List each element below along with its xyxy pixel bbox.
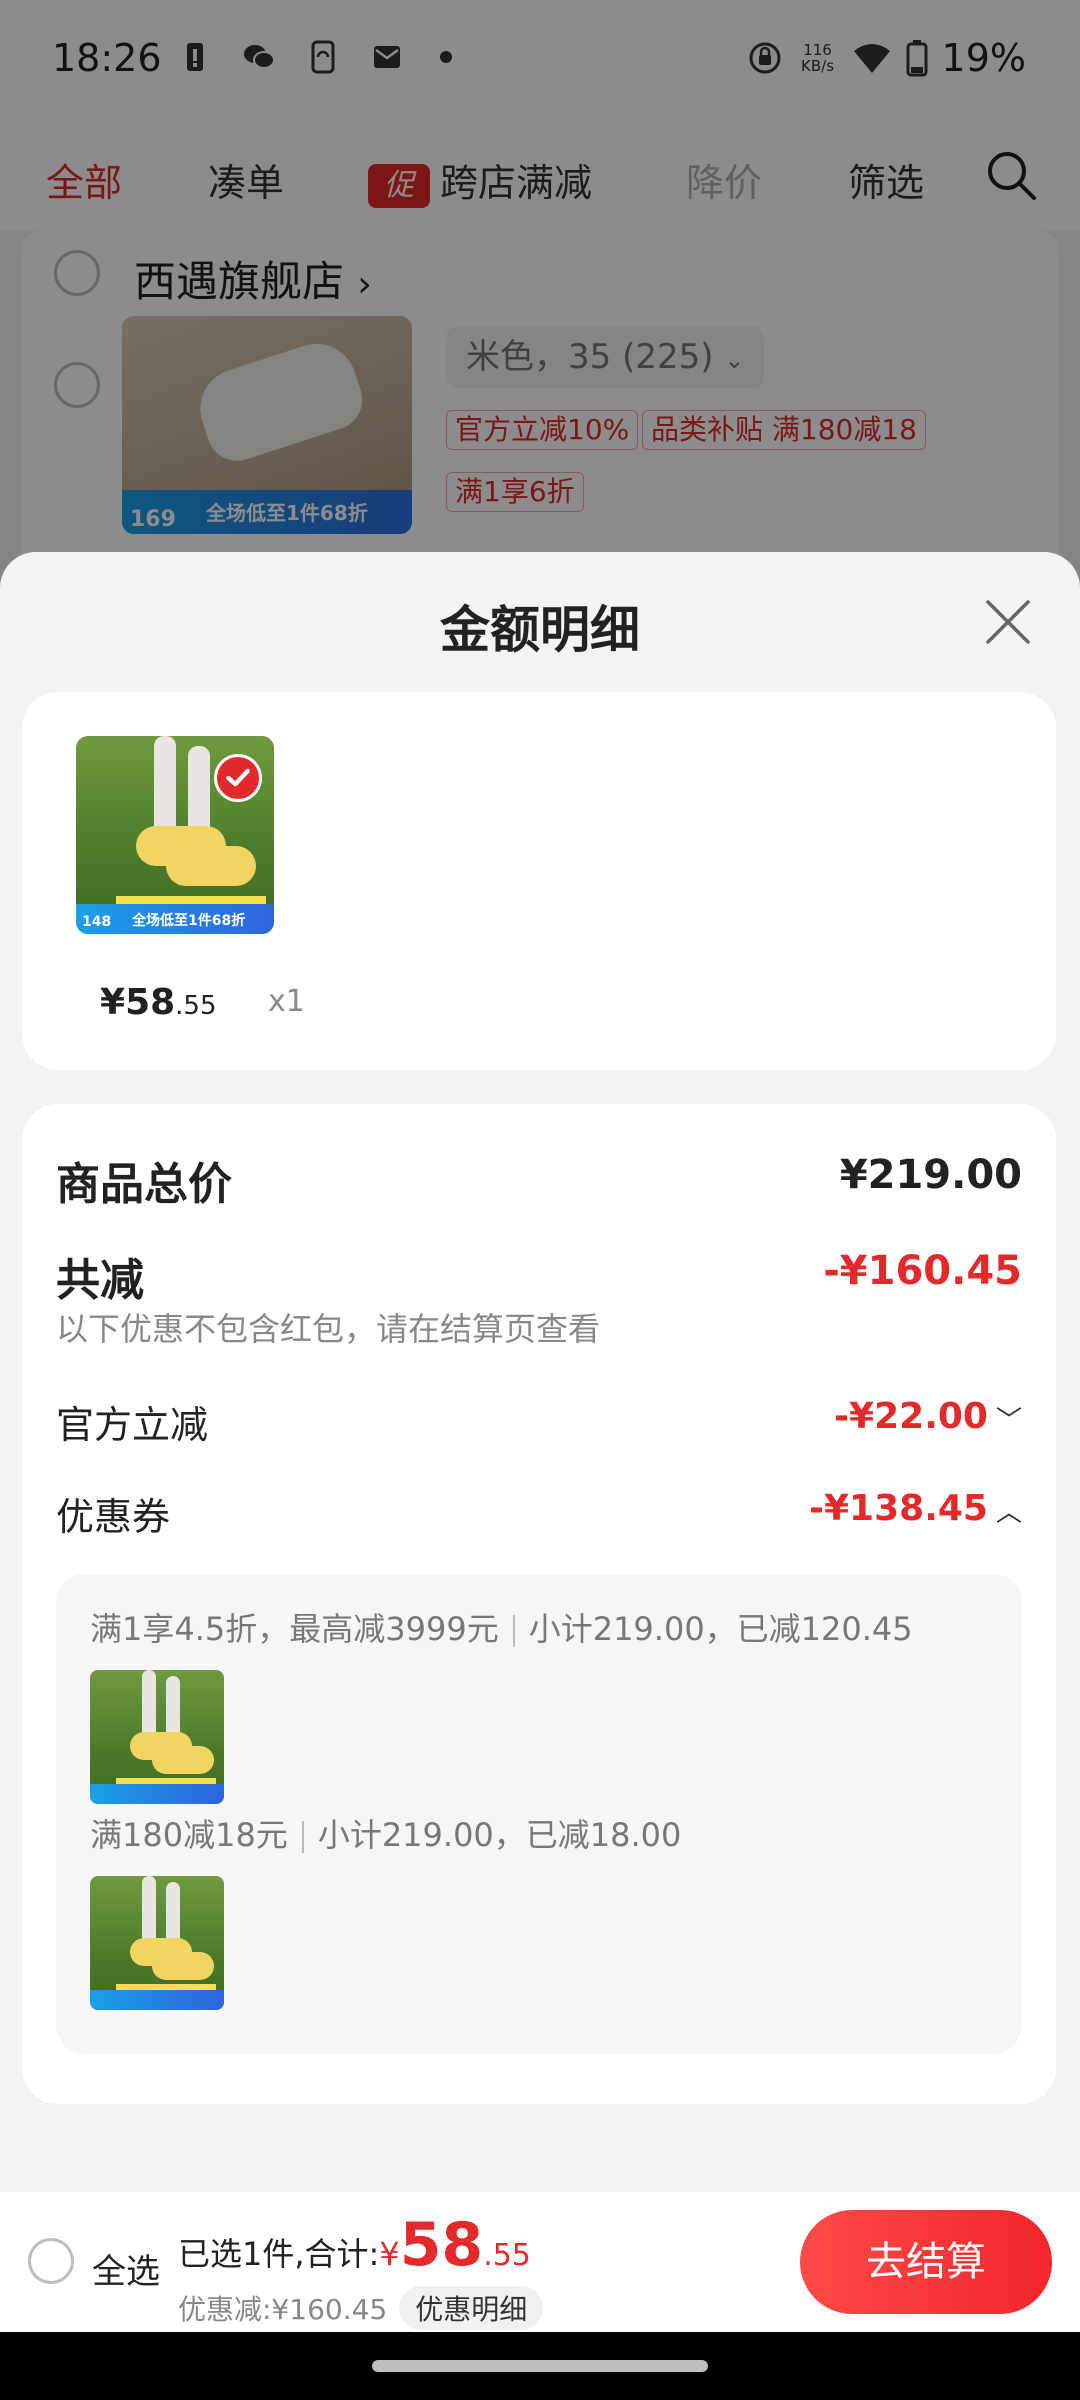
- thumb-banner-label: 全场低至1件68折: [132, 913, 246, 929]
- select-all-label[interactable]: 全选: [92, 2244, 160, 2293]
- item-price: ¥58.55: [100, 982, 217, 1023]
- coupon-line-1: 满1享4.5折，最高减3999元 小计219.00，已减120.45: [90, 1604, 913, 1650]
- summary-prefix: 已选1件,合计:: [178, 2235, 380, 2273]
- select-all-radio[interactable]: [28, 2238, 74, 2284]
- coupon-value: -¥138.45: [809, 1488, 988, 1529]
- reduce-value: -¥160.45: [823, 1248, 1022, 1294]
- price-dec: .55: [175, 991, 217, 1021]
- sheet-title: 金额明细: [440, 601, 640, 659]
- item-thumbnail[interactable]: 148 全场低至1件68折: [76, 736, 274, 934]
- coupon-breakdown: 满1享4.5折，最高减3999元 小计219.00，已减120.45 满180减1…: [56, 1574, 1022, 2054]
- coupon-rule: 满180减18元: [90, 1816, 288, 1854]
- checkout-bar: 全选 已选1件,合计:¥58.55 优惠减:¥160.45 优惠明细 去结算: [0, 2192, 1080, 2332]
- total-symbol: ¥: [379, 2235, 400, 2273]
- close-icon[interactable]: [982, 596, 1034, 648]
- price-int: 58: [125, 982, 176, 1023]
- official-discount-label: 官方立减: [56, 1403, 209, 1447]
- thumb-price-label: 148: [82, 914, 112, 930]
- official-discount-row[interactable]: -¥22.00 ﹀: [834, 1396, 1022, 1437]
- coupon-item-thumbnail[interactable]: [90, 1876, 224, 2010]
- reduce-label: 共减: [56, 1255, 144, 1306]
- check-icon: [214, 754, 262, 802]
- total-int: 58: [399, 2210, 484, 2280]
- coupon-row[interactable]: -¥138.45 ︿: [809, 1488, 1022, 1529]
- coupon-line-2: 满180减18元 小计219.00，已减18.00: [90, 1810, 681, 1856]
- summary-total: 已选1件,合计:¥58.55: [178, 2210, 531, 2280]
- chevron-up-icon: ︿: [995, 1497, 1022, 1528]
- coupon-item-thumbnail[interactable]: [90, 1670, 224, 1804]
- coupon-rule: 满1享4.5折，最高减3999元: [90, 1610, 499, 1648]
- system-nav-bar: [0, 2332, 1080, 2400]
- price-detail-card: 商品总价 ¥219.00 共减 -¥160.45 以下优惠不包含红包，请在结算页…: [22, 1104, 1056, 2104]
- discount-detail-button[interactable]: 优惠明细: [399, 2286, 544, 2330]
- discount-summary: 优惠减:¥160.45 优惠明细: [178, 2286, 544, 2330]
- reduce-note: 以下优惠不包含红包，请在结算页查看: [56, 1310, 601, 1348]
- coupon-detail: 小计219.00，已减120.45: [528, 1610, 913, 1648]
- total-value: ¥219.00: [839, 1152, 1022, 1198]
- amount-detail-sheet: 金额明细 148 全场低至1件68折 ¥58.55 x1 商品总价 ¥219.0…: [0, 552, 1080, 2192]
- item-quantity: x1: [268, 984, 305, 1019]
- home-gesture-handle[interactable]: [372, 2360, 708, 2372]
- coupon-detail: 小计219.00，已减18.00: [317, 1816, 682, 1854]
- official-discount-value: -¥22.00: [834, 1396, 988, 1437]
- checkout-button[interactable]: 去结算: [800, 2210, 1052, 2314]
- order-summary: 已选1件,合计:¥58.55: [178, 2210, 531, 2280]
- chevron-down-icon: ﹀: [995, 1405, 1022, 1436]
- total-dec: .55: [483, 2238, 531, 2273]
- coupon-label: 优惠券: [56, 1495, 171, 1539]
- total-label: 商品总价: [56, 1159, 232, 1210]
- discount-text: 优惠减:¥160.45: [178, 2293, 388, 2326]
- price-symbol: ¥: [100, 982, 126, 1023]
- items-card: 148 全场低至1件68折 ¥58.55 x1: [22, 692, 1056, 1070]
